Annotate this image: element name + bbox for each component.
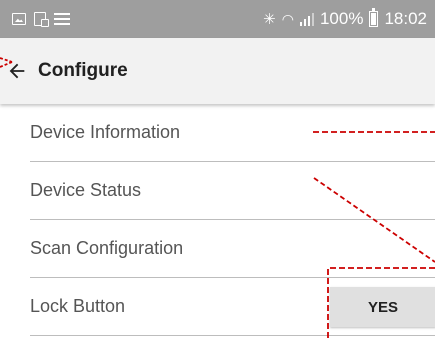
setting-scan-configuration[interactable]: Scan Configuration [30, 220, 435, 278]
notification-icons [12, 12, 70, 27]
battery-percent: 100% [319, 9, 364, 28]
status-bar: ✳ ◠ 100% 18:02 [0, 0, 435, 38]
setting-device-status[interactable]: Device Status [30, 162, 435, 220]
page-title: Configure [38, 60, 128, 81]
battery-icon [369, 8, 379, 27]
bluetooth-icon: ✳ [263, 11, 276, 28]
setting-label: Scan Configuration [30, 238, 184, 258]
lock-button-toggle[interactable]: YES [330, 287, 435, 327]
arrow-left-icon[interactable] [6, 60, 28, 82]
setting-label: Device Status [30, 180, 142, 200]
setting-device-information[interactable]: Device Information [30, 104, 435, 162]
list-notification-icon [54, 13, 70, 25]
settings-list: Device Information Device Status Scan Co… [0, 104, 435, 336]
signal-icon [299, 12, 315, 26]
clock-time: 18:02 [384, 9, 427, 28]
wifi-icon: ◠ [281, 10, 294, 27]
cast-notification-icon [34, 12, 49, 27]
system-indicators: ✳ ◠ 100% 18:02 [263, 8, 427, 29]
setting-label: Device Information [30, 122, 181, 142]
app-bar: Configure [0, 38, 435, 104]
setting-lock-button: Lock Button YES [30, 278, 435, 336]
setting-label: Lock Button [30, 296, 126, 316]
image-notification-icon [12, 13, 26, 25]
